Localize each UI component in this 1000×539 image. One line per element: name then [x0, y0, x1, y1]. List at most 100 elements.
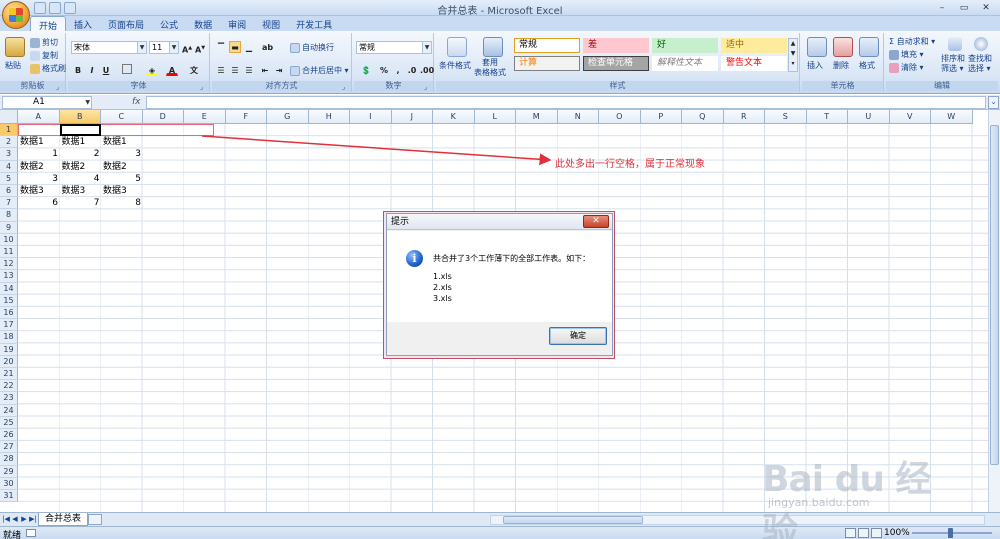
column-header[interactable]: D	[142, 110, 184, 124]
insert-function-icon[interactable]: fx	[96, 96, 144, 109]
styles-scroll-icon[interactable]: ▲ ▼ ▾	[788, 38, 798, 72]
row-header[interactable]: 30	[0, 477, 18, 490]
active-cell-b1[interactable]	[59, 124, 101, 137]
name-box[interactable]: A1 ▼	[2, 96, 92, 109]
row-header[interactable]: 2	[0, 136, 18, 149]
column-header[interactable]: N	[557, 110, 599, 124]
sort-filter-button[interactable]: 排序和 筛选 ▾	[941, 54, 965, 74]
align-bottom-icon[interactable]: ▁	[243, 41, 255, 53]
insert-cells-button[interactable]: 插入	[807, 60, 823, 71]
cell[interactable]: 数据1	[62, 136, 86, 148]
cell[interactable]: 3	[103, 148, 141, 160]
vertical-scroll-thumb[interactable]	[990, 125, 999, 465]
row-header[interactable]: 20	[0, 355, 18, 368]
fill-button[interactable]: 填充 ▾	[889, 49, 924, 60]
row-header[interactable]: 28	[0, 453, 18, 466]
cell[interactable]: 5	[103, 173, 141, 185]
cell[interactable]: 数据3	[103, 185, 127, 197]
tab-data[interactable]: 数据	[186, 16, 220, 31]
row-header[interactable]: 3	[0, 148, 18, 161]
font-size-select[interactable]: 11 ▼	[149, 41, 179, 54]
row-header[interactable]: 24	[0, 404, 18, 417]
shrink-font-icon[interactable]: A▼	[194, 41, 206, 55]
fill-color-icon[interactable]: ◈	[146, 64, 158, 76]
decrease-decimal-icon[interactable]: .00	[419, 64, 434, 76]
row-header[interactable]: 7	[0, 197, 18, 210]
align-top-icon[interactable]: ▔	[215, 41, 227, 53]
paste-button[interactable]: 粘贴	[5, 60, 21, 71]
orientation-icon[interactable]: ab	[261, 41, 273, 53]
office-button[interactable]	[2, 1, 30, 29]
select-all-corner[interactable]	[0, 110, 18, 124]
format-painter-button[interactable]: 格式刷	[30, 63, 66, 74]
row-header[interactable]: 22	[0, 380, 18, 393]
cell[interactable]: 7	[62, 197, 100, 209]
column-header[interactable]: H	[308, 110, 350, 124]
row-header[interactable]: 15	[0, 294, 18, 307]
row-header[interactable]: 11	[0, 246, 18, 259]
bold-button[interactable]: B	[72, 64, 84, 76]
autosum-button[interactable]: Σ 自动求和 ▾	[889, 36, 935, 47]
grow-font-icon[interactable]: A▲	[181, 41, 193, 55]
column-header[interactable]: G	[267, 110, 309, 124]
row-header[interactable]: 18	[0, 331, 18, 344]
column-header[interactable]: J	[391, 110, 433, 124]
align-center-icon[interactable]: ☰	[229, 64, 241, 76]
column-header[interactable]: Q	[682, 110, 724, 124]
column-header[interactable]: R	[723, 110, 765, 124]
style-check-cell[interactable]: 检查单元格	[583, 56, 649, 71]
row-header[interactable]: 4	[0, 160, 18, 173]
row-header[interactable]: 6	[0, 185, 18, 198]
column-header[interactable]: I	[350, 110, 392, 124]
style-normal[interactable]: 常规	[514, 38, 580, 53]
dialog-close-button[interactable]: ✕	[583, 215, 609, 228]
cell[interactable]: 数据1	[20, 136, 44, 148]
row-header[interactable]: 12	[0, 258, 18, 271]
column-header[interactable]: T	[806, 110, 848, 124]
row-header[interactable]: 26	[0, 429, 18, 442]
cell[interactable]: 4	[62, 173, 100, 185]
number-format-select[interactable]: 常规 ▼	[356, 41, 432, 54]
underline-button[interactable]: U	[100, 64, 112, 76]
row-header[interactable]: 23	[0, 392, 18, 405]
table-format-button[interactable]: 套用 表格格式	[474, 58, 506, 78]
column-header[interactable]: A	[18, 110, 60, 124]
style-neutral[interactable]: 适中	[721, 38, 787, 53]
close-button[interactable]: ✕	[976, 1, 996, 14]
font-color-icon[interactable]: A	[166, 64, 178, 76]
cell[interactable]: 数据2	[103, 161, 127, 173]
next-sheet-icon[interactable]: ▶	[20, 514, 28, 525]
style-bad[interactable]: 差	[583, 38, 649, 53]
cell[interactable]: 数据3	[20, 185, 44, 197]
decrease-indent-icon[interactable]: ⇤	[259, 64, 271, 76]
macro-record-icon[interactable]	[26, 529, 36, 537]
row-header[interactable]: 16	[0, 307, 18, 320]
style-good[interactable]: 好	[652, 38, 718, 53]
delete-cells-button[interactable]: 删除	[833, 60, 849, 71]
style-explanatory[interactable]: 解释性文本	[652, 56, 718, 71]
column-header[interactable]: M	[516, 110, 558, 124]
column-header[interactable]: B	[59, 110, 101, 124]
insert-sheet-icon[interactable]	[88, 514, 102, 525]
clipboard-launcher-icon[interactable]: ⌟	[56, 83, 64, 91]
cell[interactable]: 数据3	[62, 185, 86, 197]
merge-center-button[interactable]: 合并后居中 ▾	[290, 65, 349, 76]
align-left-icon[interactable]: ☰	[215, 64, 227, 76]
tab-view[interactable]: 视图	[254, 16, 288, 31]
cell[interactable]: 数据2	[62, 161, 86, 173]
cell[interactable]: 数据2	[20, 161, 44, 173]
percent-icon[interactable]: %	[378, 64, 390, 76]
column-header[interactable]: K	[433, 110, 475, 124]
tab-home[interactable]: 开始	[30, 16, 67, 32]
alignment-launcher-icon[interactable]: ⌟	[342, 83, 350, 91]
format-cells-button[interactable]: 格式	[859, 60, 875, 71]
row-header[interactable]: 19	[0, 343, 18, 356]
row-header[interactable]: 10	[0, 233, 18, 246]
horizontal-scroll-thumb[interactable]	[503, 516, 643, 524]
cell[interactable]: 8	[103, 197, 141, 209]
cell[interactable]: 1	[20, 148, 58, 160]
first-sheet-icon[interactable]: |◀	[2, 514, 10, 525]
row-header[interactable]: 14	[0, 282, 18, 295]
wrap-text-button[interactable]: 自动换行	[290, 42, 334, 53]
restore-button[interactable]: ▭	[954, 1, 974, 14]
